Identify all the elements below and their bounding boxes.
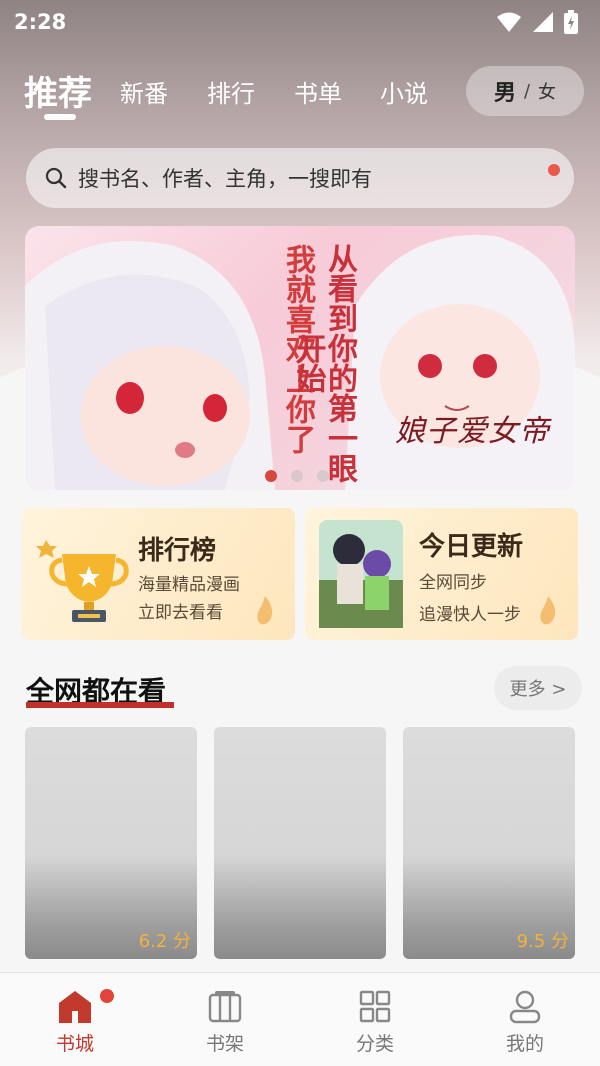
profile-icon xyxy=(509,990,541,1024)
search-placeholder: 搜书名、作者、主角，一搜即有 xyxy=(78,167,372,191)
home-icon xyxy=(59,991,91,1023)
promo-banner[interactable]: 我就喜欢上你了 从看到你的第一眼开始 娘子爱女帝 xyxy=(25,226,575,490)
bottom-nav-bookshelf[interactable]: 书架 xyxy=(150,973,300,1066)
tab-new-series[interactable]: 新番 xyxy=(120,74,168,109)
tab-novel[interactable]: 小说 xyxy=(380,74,428,109)
update-cover-thumbnail xyxy=(319,520,403,628)
banner-dot-1[interactable] xyxy=(265,470,277,482)
status-bar: 2:28 xyxy=(0,0,600,44)
banner-pagination xyxy=(265,470,329,482)
book-card[interactable]: 6.2 分 xyxy=(25,727,197,959)
bookstore-badge xyxy=(100,989,114,1003)
ranking-card-line-1: 海量精品漫画 xyxy=(138,575,240,595)
banner-caption-2: 从看到你的第一眼开始 xyxy=(290,243,358,483)
active-tab-indicator xyxy=(44,114,76,120)
status-time: 2:28 xyxy=(14,10,67,34)
ranking-card[interactable]: 排行榜 海量精品漫画 立即去看看 xyxy=(22,508,295,640)
flame-icon xyxy=(257,596,273,625)
trophy-icon xyxy=(36,540,129,622)
ranking-card-line-2: 立即去看看 xyxy=(138,603,223,623)
cell-signal-icon xyxy=(533,12,553,32)
banner-character-right xyxy=(345,234,575,490)
update-card-title: 今日更新 xyxy=(419,532,524,562)
bottom-nav-category[interactable]: 分类 xyxy=(300,973,450,1066)
banner-character-left xyxy=(25,241,275,490)
bottom-nav-label: 书城 xyxy=(55,1033,94,1055)
book-card[interactable] xyxy=(214,727,386,959)
status-icons xyxy=(496,10,578,34)
today-update-card[interactable]: 今日更新 全网同步 追漫快人一步 xyxy=(305,508,578,640)
book-score: 9.5 分 xyxy=(516,931,569,952)
bottom-nav-bookstore[interactable]: 书城 xyxy=(0,973,150,1066)
flame-icon xyxy=(540,596,556,625)
notification-dot xyxy=(548,164,560,176)
bottom-nav: 书城 书架 分类 我的 xyxy=(0,972,600,1066)
search-icon xyxy=(45,167,67,189)
bottom-nav-profile[interactable]: 我的 xyxy=(450,973,600,1066)
battery-charging-icon xyxy=(564,10,578,34)
banner-logo: 娘子爱女帝 xyxy=(395,414,550,449)
banner-dot-2[interactable] xyxy=(291,470,303,482)
bottom-nav-label: 书架 xyxy=(205,1033,244,1055)
more-button[interactable]: 更多 > xyxy=(494,666,582,710)
top-nav: 推荐 新番 排行 书单 小说 男 / 女 xyxy=(0,58,600,128)
tab-ranking[interactable]: 排行 xyxy=(207,74,255,109)
category-grid-icon xyxy=(359,990,391,1023)
gender-male[interactable]: 男 xyxy=(494,75,516,107)
tab-booklist[interactable]: 书单 xyxy=(294,74,342,109)
tab-recommend[interactable]: 推荐 xyxy=(24,66,92,115)
bottom-nav-label: 我的 xyxy=(505,1033,544,1055)
section-title-underline xyxy=(26,702,174,708)
update-card-line-1: 全网同步 xyxy=(419,573,487,593)
gender-separator: / xyxy=(523,80,531,102)
bookshelf-icon xyxy=(208,991,242,1023)
book-score: 6.2 分 xyxy=(138,931,191,952)
wifi-icon xyxy=(497,12,521,32)
bottom-nav-label: 分类 xyxy=(355,1033,394,1055)
banner-dot-3[interactable] xyxy=(317,470,329,482)
book-card[interactable]: 9.5 分 xyxy=(403,727,575,959)
gender-female[interactable]: 女 xyxy=(538,78,556,104)
ranking-card-title: 排行榜 xyxy=(138,536,217,566)
gender-toggle[interactable]: 男 / 女 xyxy=(466,66,584,116)
search-input[interactable]: 搜书名、作者、主角，一搜即有 xyxy=(26,148,574,208)
update-card-line-2: 追漫快人一步 xyxy=(419,605,521,625)
